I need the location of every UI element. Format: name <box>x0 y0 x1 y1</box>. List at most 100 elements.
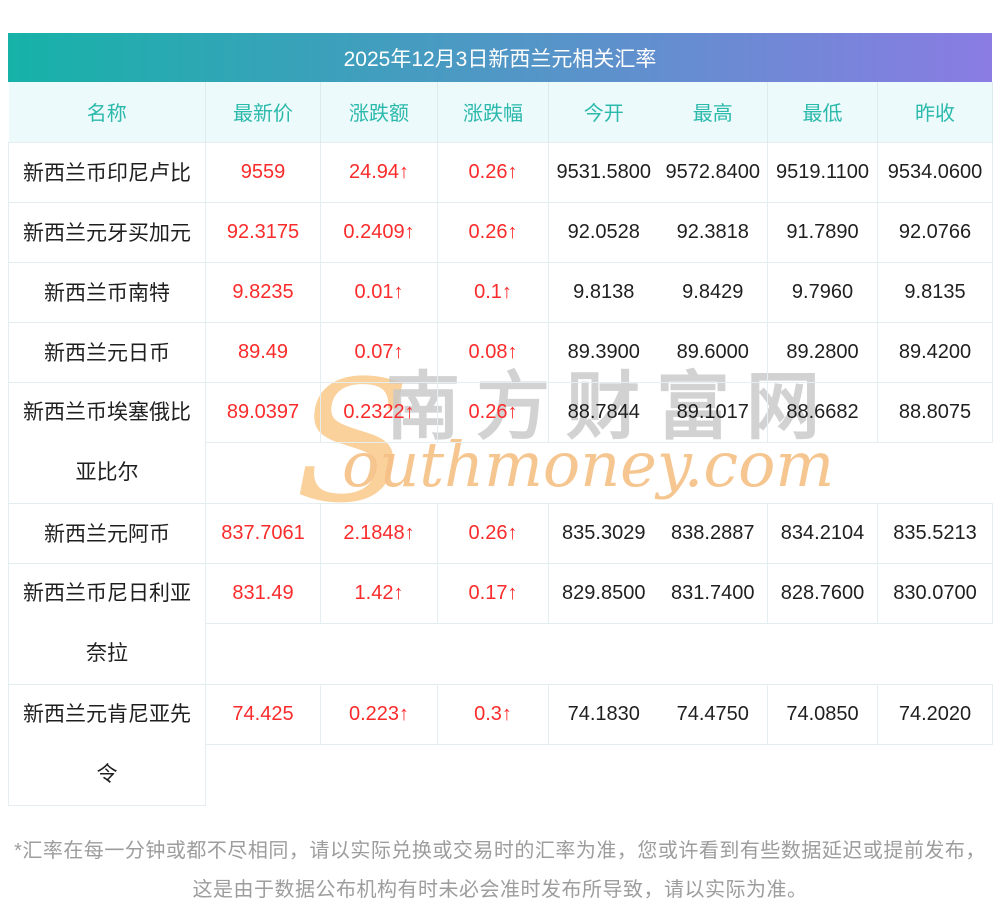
table-row: 新西兰元日币 89.49 0.07↑ 0.08↑ 89.3900 89.6000… <box>8 321 993 382</box>
currency-pair-name: 新西兰币南特 <box>8 261 206 322</box>
empty-cell <box>205 623 321 684</box>
empty-cell <box>320 442 438 503</box>
column-header-open: 今开 <box>548 82 659 142</box>
prev-close: 88.8075 <box>877 381 993 443</box>
change-amount: 1.42↑ <box>320 562 438 624</box>
latest-price: 92.3175 <box>205 201 321 262</box>
change-percent: 0.26↑ <box>437 201 549 262</box>
empty-cell <box>767 623 878 684</box>
table-row: 新西兰元肯尼亚先 令 74.425 0.223↑ 0.3↑ 74.1830 74… <box>8 683 993 806</box>
open-price: 835.3029 <box>548 502 659 563</box>
change-amount: 0.2409↑ <box>320 201 438 262</box>
prev-close: 830.0700 <box>877 562 993 624</box>
change-amount: 2.1848↑ <box>320 502 438 563</box>
empty-cell <box>437 744 549 805</box>
empty-cell <box>658 744 768 805</box>
table-title: 2025年12月3日新西兰元相关汇率 <box>8 33 992 82</box>
empty-cell <box>320 744 438 805</box>
open-price: 9531.5800 <box>548 141 659 202</box>
latest-price: 74.425 <box>205 683 321 745</box>
change-percent: 0.17↑ <box>437 562 549 624</box>
table-row: 新西兰币南特 9.8235 0.01↑ 0.1↑ 9.8138 9.8429 9… <box>8 261 993 322</box>
low-price: 74.0850 <box>767 683 878 745</box>
column-header-change-percent: 涨跌幅 <box>437 82 549 142</box>
high-price: 9.8429 <box>658 261 768 322</box>
change-percent: 0.1↑ <box>437 261 549 322</box>
high-price: 9572.8400 <box>658 141 768 202</box>
low-price: 88.6682 <box>767 381 878 443</box>
open-price: 88.7844 <box>548 381 659 443</box>
currency-pair-name-line2: 亚比尔 <box>75 460 139 484</box>
empty-cell <box>205 442 321 503</box>
low-price: 91.7890 <box>767 201 878 262</box>
change-percent: 0.26↑ <box>437 381 549 443</box>
currency-pair-name: 新西兰币埃塞俄比 亚比尔 <box>8 381 206 503</box>
column-header-latest-price: 最新价 <box>205 82 321 142</box>
latest-price: 9.8235 <box>205 261 321 322</box>
currency-pair-name: 新西兰元牙买加元 <box>8 201 206 262</box>
prev-close: 835.5213 <box>877 502 993 563</box>
table-row: 新西兰币尼日利亚 奈拉 831.49 1.42↑ 0.17↑ 829.8500 … <box>8 562 993 684</box>
column-header-name: 名称 <box>8 82 206 142</box>
change-amount: 0.01↑ <box>320 261 438 322</box>
empty-cell <box>877 744 993 805</box>
high-price: 92.3818 <box>658 201 768 262</box>
empty-cell <box>548 744 659 805</box>
exchange-rates-table: 名称 最新价 涨跌额 涨跌幅 今开 最高 最低 昨收 新西兰币印尼卢比 9559… <box>8 82 993 806</box>
empty-cell <box>877 623 993 684</box>
change-percent: 0.3↑ <box>437 683 549 745</box>
open-price: 92.0528 <box>548 201 659 262</box>
empty-cell <box>877 442 993 503</box>
empty-cell <box>320 623 438 684</box>
high-price: 831.7400 <box>658 562 768 624</box>
change-percent: 0.26↑ <box>437 141 549 202</box>
currency-pair-name-line1: 新西兰币尼日利亚 <box>23 581 191 605</box>
currency-pair-name: 新西兰元阿币 <box>8 502 206 563</box>
high-price: 838.2887 <box>658 502 768 563</box>
latest-price: 837.7061 <box>205 502 321 563</box>
open-price: 74.1830 <box>548 683 659 745</box>
change-percent: 0.26↑ <box>437 502 549 563</box>
prev-close: 9534.0600 <box>877 141 993 202</box>
disclaimer-text: *汇率在每一分钟或都不尽相同，请以实际兑换或交易时的汇率为准，您或许看到有些数据… <box>14 839 986 901</box>
prev-close: 92.0766 <box>877 201 993 262</box>
currency-pair-name-line2: 令 <box>96 762 118 786</box>
currency-pair-name: 新西兰币尼日利亚 奈拉 <box>8 562 206 684</box>
empty-cell <box>205 744 321 805</box>
table-row: 新西兰币埃塞俄比 亚比尔 89.0397 0.2322↑ 0.26↑ 88.78… <box>8 381 993 503</box>
high-price: 74.4750 <box>658 683 768 745</box>
open-price: 829.8500 <box>548 562 659 624</box>
latest-price: 89.0397 <box>205 381 321 443</box>
column-header-prev-close: 昨收 <box>877 82 993 142</box>
empty-cell <box>658 442 768 503</box>
table-row: 新西兰元阿币 837.7061 2.1848↑ 0.26↑ 835.3029 8… <box>8 502 993 563</box>
prev-close: 9.8135 <box>877 261 993 322</box>
table-row: 新西兰币印尼卢比 9559 24.94↑ 0.26↑ 9531.5800 957… <box>8 141 993 202</box>
prev-close: 74.2020 <box>877 683 993 745</box>
open-price: 89.3900 <box>548 321 659 382</box>
low-price: 9.7960 <box>767 261 878 322</box>
column-header-low: 最低 <box>767 82 878 142</box>
high-price: 89.6000 <box>658 321 768 382</box>
currency-pair-name-line1: 新西兰元肯尼亚先 <box>23 702 191 726</box>
low-price: 9519.1100 <box>767 141 878 202</box>
currency-pair-name: 新西兰元肯尼亚先 令 <box>8 683 206 806</box>
header-row: 名称 最新价 涨跌额 涨跌幅 今开 最高 最低 昨收 <box>8 82 993 142</box>
low-price: 828.7600 <box>767 562 878 624</box>
currency-pair-name: 新西兰元日币 <box>8 321 206 382</box>
column-header-change-amount: 涨跌额 <box>320 82 438 142</box>
empty-cell <box>548 442 659 503</box>
latest-price: 831.49 <box>205 562 321 624</box>
prev-close: 89.4200 <box>877 321 993 382</box>
change-amount: 24.94↑ <box>320 141 438 202</box>
change-amount: 0.07↑ <box>320 321 438 382</box>
low-price: 89.2800 <box>767 321 878 382</box>
change-amount: 0.2322↑ <box>320 381 438 443</box>
open-price: 9.8138 <box>548 261 659 322</box>
empty-cell <box>658 623 768 684</box>
latest-price: 89.49 <box>205 321 321 382</box>
high-price: 89.1017 <box>658 381 768 443</box>
table-row: 新西兰元牙买加元 92.3175 0.2409↑ 0.26↑ 92.0528 9… <box>8 201 993 262</box>
latest-price: 9559 <box>205 141 321 202</box>
currency-pair-name-line2: 奈拉 <box>86 641 128 665</box>
